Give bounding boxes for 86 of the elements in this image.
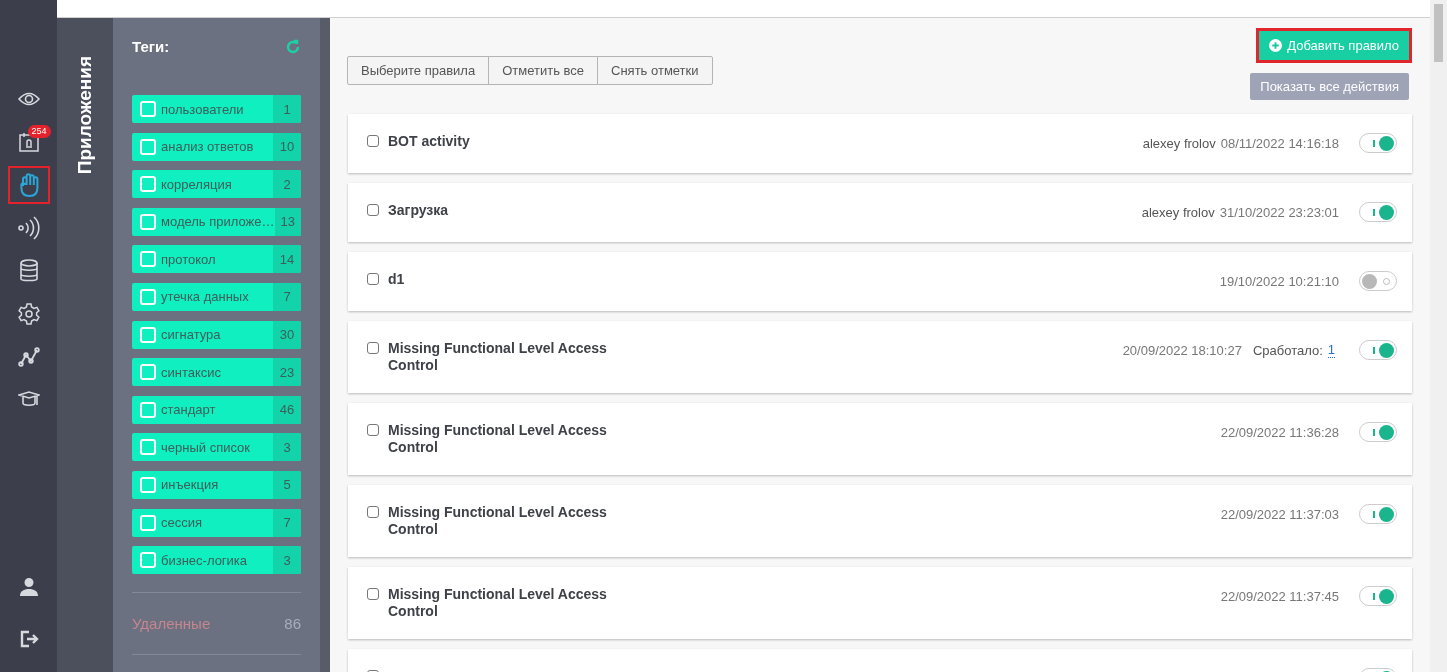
checkbox[interactable] [367, 204, 379, 216]
tag-count: 13 [274, 207, 301, 236]
rule-title[interactable]: Missing Functional Level Access Control [388, 340, 648, 374]
tags-title: Теги: [132, 38, 170, 55]
rule-datetime: 19/10/2022 10:21:10 [1219, 273, 1339, 289]
tag-item[interactable]: сигнатура 30 [132, 320, 301, 349]
refresh-icon [285, 38, 301, 55]
checkbox[interactable] [367, 588, 379, 600]
checkbox[interactable] [367, 273, 379, 285]
tag-item[interactable]: пользователи 1 [132, 95, 301, 123]
tag-item[interactable]: утечка данных 7 [132, 282, 301, 311]
tag-label: инъекция [161, 477, 220, 493]
rule-datetime: 22/09/2022 11:37:45 [1220, 588, 1339, 604]
plus-circle-icon [1269, 39, 1283, 52]
tag-item[interactable]: стандарт 46 [132, 395, 301, 424]
tag-item[interactable]: модель приложе… 13 [132, 207, 301, 236]
tag-count: 46 [273, 395, 301, 424]
tag-count: 3 [273, 546, 301, 575]
rule-datetime: 31/10/2022 23:23:01 [1219, 204, 1339, 220]
nav-button[interactable]: 254 [7, 123, 50, 161]
tag-label: утечка данных [161, 289, 250, 305]
refresh-button[interactable] [285, 38, 301, 55]
section-title: Приложения [74, 56, 96, 175]
toolbar-button[interactable]: Выберите правила [347, 56, 490, 85]
deleted-count: 86 [284, 615, 301, 633]
checkbox[interactable] [367, 506, 379, 518]
tag-item[interactable]: синтаксис 23 [132, 358, 301, 387]
tag-item[interactable]: корреляция 2 [132, 170, 301, 199]
tag-count: 10 [273, 132, 301, 161]
triggered-label: Сработало: [1252, 342, 1323, 358]
settings-icon [17, 303, 40, 325]
rule-datetime: 22/09/2022 11:36:28 [1220, 424, 1339, 440]
rule-title[interactable]: Missing Functional Level Access Control [388, 422, 648, 456]
nav-button[interactable] [7, 166, 50, 204]
rule-title[interactable]: Missing Functional Level Access Control [388, 586, 648, 620]
tag-label: сессия [161, 515, 204, 531]
tag-item[interactable]: бизнес-логика 3 [132, 546, 301, 575]
count-badge: 254 [27, 125, 51, 138]
tag-label: бизнес-логика [161, 552, 249, 568]
rule-datetime: 08/11/2022 14:16:18 [1220, 135, 1339, 151]
database-icon [18, 259, 39, 283]
rule-author: alexey frolov [1142, 135, 1216, 151]
checkbox[interactable] [367, 424, 379, 436]
tag-label: сигнатура [161, 327, 222, 343]
toolbar-button[interactable]: Отметить все [488, 56, 599, 85]
tag-label: анализ ответов [161, 139, 255, 155]
tag-count: 7 [273, 282, 301, 311]
tag-count: 14 [273, 245, 301, 274]
tag-label: модель приложе… [161, 214, 275, 230]
tag-count: 30 [273, 320, 301, 349]
tag-label: стандарт [161, 402, 217, 418]
tag-label: черный список [161, 439, 251, 455]
rule-title[interactable]: Загрузка [388, 202, 648, 219]
rule-title[interactable]: BOT activity [388, 133, 648, 150]
tag-item[interactable]: инъекция 5 [132, 470, 301, 499]
rule-author: alexey frolov [1141, 204, 1215, 220]
checkbox[interactable] [367, 342, 379, 354]
rule-title[interactable]: d1 [388, 271, 648, 288]
tag-count: 1 [273, 95, 301, 123]
rule-datetime: 20/09/2022 18:10:27 [1122, 342, 1242, 358]
tag-label: пользователи [161, 101, 245, 117]
tag-count: 2 [273, 170, 301, 199]
tag-label: корреляция [161, 176, 233, 192]
tag-item[interactable]: черный список 3 [132, 433, 301, 462]
show-actions-button[interactable]: Показать все действия [1250, 73, 1409, 100]
wireless-icon [17, 216, 40, 240]
user-icon [18, 577, 39, 597]
tag-item[interactable]: сессия 7 [132, 508, 301, 537]
rule-title[interactable]: Missing Functional Level Access Control [388, 504, 648, 538]
triggered-count-link[interactable]: 1 [1327, 342, 1335, 358]
tag-count: 5 [273, 470, 301, 499]
tag-label: синтаксис [161, 364, 223, 380]
tag-count: 7 [273, 508, 301, 537]
line-chart-icon [17, 347, 40, 367]
checkbox[interactable] [367, 135, 379, 147]
tag-count: 23 [273, 358, 301, 387]
eye-icon [17, 91, 40, 107]
logout-icon [18, 629, 39, 649]
hand-icon [17, 172, 40, 198]
toolbar-button[interactable]: Снять отметки [597, 56, 713, 85]
scrollbar[interactable] [1430, 0, 1447, 672]
rule-datetime: 22/09/2022 11:37:03 [1220, 506, 1339, 522]
tag-item[interactable]: протокол 14 [132, 245, 301, 274]
tag-label: протокол [161, 251, 217, 267]
tag-count: 3 [273, 433, 301, 462]
tag-item[interactable]: анализ ответов 10 [132, 132, 301, 161]
